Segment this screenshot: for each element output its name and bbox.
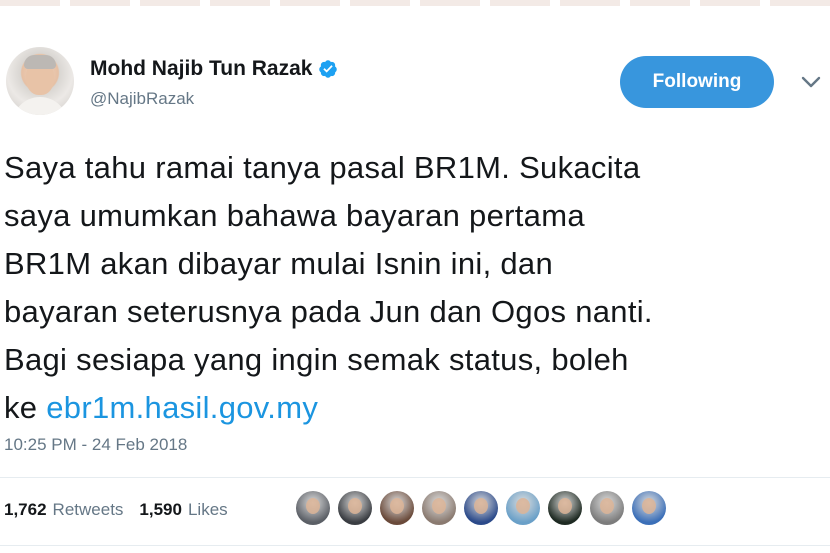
following-button[interactable]: Following [620,56,774,108]
verified-badge-icon [319,60,338,78]
tweet-page: Mohd Najib Tun Razak @NajibRazak Followi… [0,0,830,553]
author-name-row: Mohd Najib Tun Razak [90,57,338,81]
tweet-line: bayaran seterusnya pada Jun dan Ogos nan… [4,294,653,329]
tweet-timestamp[interactable]: 10:25 PM - 24 Feb 2018 [4,435,187,455]
liker-avatar-5[interactable] [464,491,498,525]
tweet-text: Saya tahu ramai tanya pasal BR1M. Sukaci… [4,144,826,432]
tweet-line: Bagi sesiapa yang ingin semak status, bo… [4,342,629,377]
liker-avatar-1[interactable] [296,491,330,525]
likes-count: 1,590 [139,500,182,519]
tweet-stats: 1,762 Retweets 1,590 Likes [4,500,244,520]
tweet-line: Saya tahu ramai tanya pasal BR1M. Sukaci… [4,150,641,185]
divider [0,545,830,546]
liker-avatars [296,491,674,525]
liker-avatar-8[interactable] [590,491,624,525]
tweet-line-prefix: ke [4,390,47,425]
liker-avatar-2[interactable] [338,491,372,525]
tweet-line: BR1M akan dibayar mulai Isnin ini, dan [4,246,554,281]
retweets-stat[interactable]: 1,762 Retweets [4,500,123,520]
liker-avatar-4[interactable] [422,491,456,525]
liker-avatar-3[interactable] [380,491,414,525]
author-handle[interactable]: @NajibRazak [90,89,194,109]
retweets-label: Retweets [52,500,124,519]
liker-avatar-7[interactable] [548,491,582,525]
display-name[interactable]: Mohd Najib Tun Razak [90,57,312,81]
tweet-line: saya umumkan bahawa bayaran pertama [4,198,585,233]
divider [0,477,830,478]
retweets-count: 1,762 [4,500,47,519]
chevron-down-icon[interactable] [800,74,822,90]
tweet-line-last: ke ebr1m.hasil.gov.my [4,384,826,432]
likes-stat[interactable]: 1,590 Likes [139,500,227,520]
tweet-link[interactable]: ebr1m.hasil.gov.my [46,390,318,425]
top-strip [0,0,830,6]
liker-avatar-9[interactable] [632,491,666,525]
liker-avatar-6[interactable] [506,491,540,525]
avatar[interactable] [6,47,74,115]
likes-label: Likes [187,500,228,519]
